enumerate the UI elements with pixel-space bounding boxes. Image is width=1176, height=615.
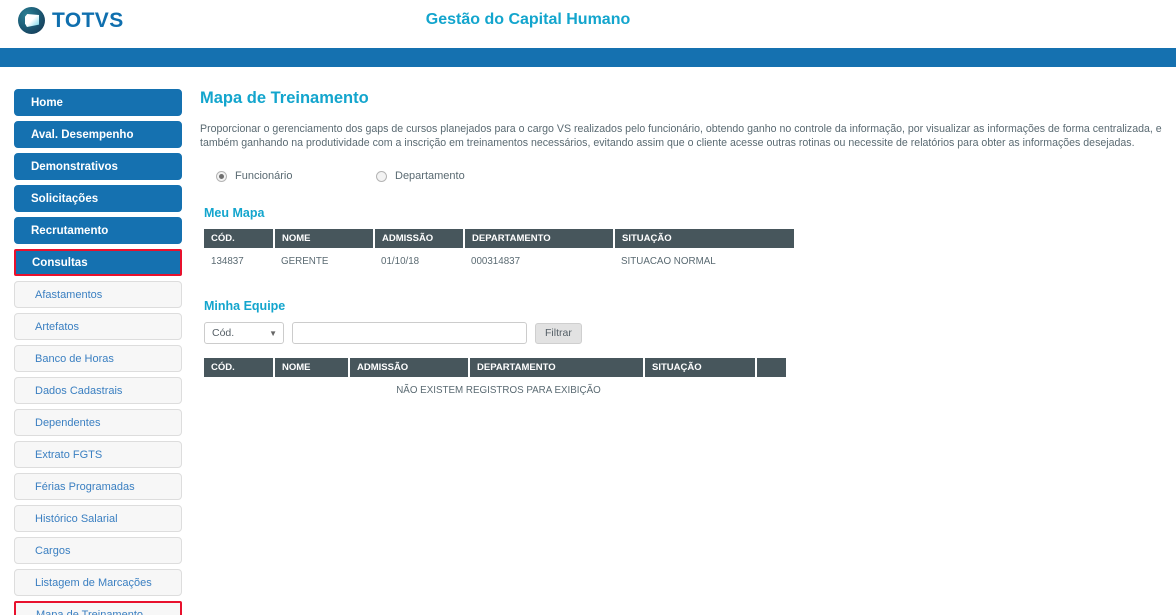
cell-departamento: 000314837 bbox=[464, 248, 614, 273]
meu-mapa-heading: Meu Mapa bbox=[204, 206, 265, 220]
radio-button-icon[interactable] bbox=[216, 170, 227, 182]
cell-situacao: SITUACAO NORMAL bbox=[614, 248, 794, 273]
column-header: NOME bbox=[274, 229, 375, 248]
sidebar-subitem-artefatos[interactable]: Artefatos bbox=[14, 313, 182, 340]
radio-button-icon[interactable] bbox=[376, 170, 387, 182]
team-filter-bar: Cód. ▼ Filtrar bbox=[204, 322, 1176, 344]
sidebar-item-consultas[interactable]: Consultas bbox=[14, 249, 182, 276]
column-header: DEPARTAMENTO bbox=[464, 229, 615, 248]
filter-field-select[interactable]: Cód. ▼ bbox=[204, 322, 284, 344]
minha-equipe-heading: Minha Equipe bbox=[204, 299, 286, 313]
app-title: Gestão do Capital Humano bbox=[425, 11, 631, 28]
empty-state-message: NÃO EXISTEM REGISTROS PARA EXIBIÇÃO bbox=[204, 377, 786, 402]
scope-radio-group: Funcionário Departamento bbox=[216, 170, 1176, 182]
sidebar-subitem-f-rias-programadas[interactable]: Férias Programadas bbox=[14, 473, 182, 500]
table-body: 134837 GERENTE 01/10/18 000314837 SITUACAO N… bbox=[204, 248, 794, 273]
sidebar-subitem-afastamentos[interactable]: Afastamentos bbox=[14, 281, 182, 308]
sidebar-item-demonstrativos[interactable]: Demonstrativos bbox=[14, 153, 182, 180]
column-header: SITUAÇÃO bbox=[614, 229, 794, 248]
header-blue-bar bbox=[0, 48, 1176, 67]
cell-admissao: 01/10/18 bbox=[374, 248, 464, 273]
minha-equipe-table: CÓD. NOME ADMISSÃO DEPARTAMENTO SITUAÇÃO NÃO… bbox=[204, 358, 786, 402]
filtrar-button[interactable]: Filtrar bbox=[535, 322, 582, 344]
table-empty-row: NÃO EXISTEM REGISTROS PARA EXIBIÇÃO bbox=[204, 377, 786, 402]
filter-search-input[interactable] bbox=[292, 322, 527, 344]
column-header: ADMISSÃO bbox=[374, 229, 465, 248]
sidebar-subitem-listagem-de-marca-es[interactable]: Listagem de Marcações bbox=[14, 569, 182, 596]
sidebar-sub-items: Afastamentos Artefatos Banco de Horas Dados… bbox=[14, 281, 182, 615]
column-header bbox=[756, 358, 786, 377]
table-header-row: CÓD. NOME ADMISSÃO DEPARTAMENTO SITUAÇÃO bbox=[204, 358, 786, 377]
filter-field-value: Cód. bbox=[212, 327, 235, 339]
column-header: NOME bbox=[274, 358, 350, 377]
sidebar-subitem-dependentes[interactable]: Dependentes bbox=[14, 409, 182, 436]
cell-nome: GERENTE bbox=[274, 248, 374, 273]
cell-cod[interactable]: 134837 bbox=[204, 248, 274, 273]
meu-mapa-table: CÓD. NOME ADMISSÃO DEPARTAMENTO SITUAÇÃO 134… bbox=[204, 229, 794, 273]
app-header: TOTVS Gestão do Capital Humano bbox=[0, 0, 1176, 48]
sidebar-item-recrutamento[interactable]: Recrutamento bbox=[14, 217, 182, 244]
column-header: SITUAÇÃO bbox=[644, 358, 757, 377]
table-body: NÃO EXISTEM REGISTROS PARA EXIBIÇÃO bbox=[204, 377, 786, 402]
table-header-row: CÓD. NOME ADMISSÃO DEPARTAMENTO SITUAÇÃO bbox=[204, 229, 794, 248]
sidebar-nav: Home Aval. Desempenho Demonstrativos Solici… bbox=[14, 89, 182, 615]
chevron-down-icon: ▼ bbox=[269, 328, 277, 338]
sidebar-main-items: Home Aval. Desempenho Demonstrativos Solici… bbox=[14, 89, 182, 276]
page-title: Mapa de Treinamento bbox=[200, 89, 369, 107]
sidebar-subitem-dados-cadastrais[interactable]: Dados Cadastrais bbox=[14, 377, 182, 404]
radio-departamento[interactable]: Departamento bbox=[376, 170, 465, 182]
radio-label: Funcionário bbox=[235, 170, 293, 182]
radio-funcion-rio[interactable]: Funcionário bbox=[216, 170, 376, 182]
sidebar-subitem-cargos[interactable]: Cargos bbox=[14, 537, 182, 564]
column-header: DEPARTAMENTO bbox=[469, 358, 645, 377]
sidebar-subitem-extrato-fgts[interactable]: Extrato FGTS bbox=[14, 441, 182, 468]
sidebar-subitem-mapa-de-treinamento[interactable]: Mapa de Treinamento bbox=[14, 601, 182, 615]
sidebar-item-home[interactable]: Home bbox=[14, 89, 182, 116]
sidebar-item-solicita-es[interactable]: Solicitações bbox=[14, 185, 182, 212]
column-header: CÓD. bbox=[204, 229, 275, 248]
sidebar-subitem-banco-de-horas[interactable]: Banco de Horas bbox=[14, 345, 182, 372]
sidebar-item-aval-desempenho[interactable]: Aval. Desempenho bbox=[14, 121, 182, 148]
column-header: CÓD. bbox=[204, 358, 275, 377]
sidebar-subitem-hist-rico-salarial[interactable]: Histórico Salarial bbox=[14, 505, 182, 532]
radio-label: Departamento bbox=[395, 170, 465, 182]
table-row: 134837 GERENTE 01/10/18 000314837 SITUACAO N… bbox=[204, 248, 794, 273]
main-content: Mapa de Treinamento Proporcionar o geren… bbox=[200, 89, 1176, 402]
page-description: Proporcionar o gerenciamento dos gaps de… bbox=[200, 123, 1162, 149]
column-header: ADMISSÃO bbox=[349, 358, 470, 377]
